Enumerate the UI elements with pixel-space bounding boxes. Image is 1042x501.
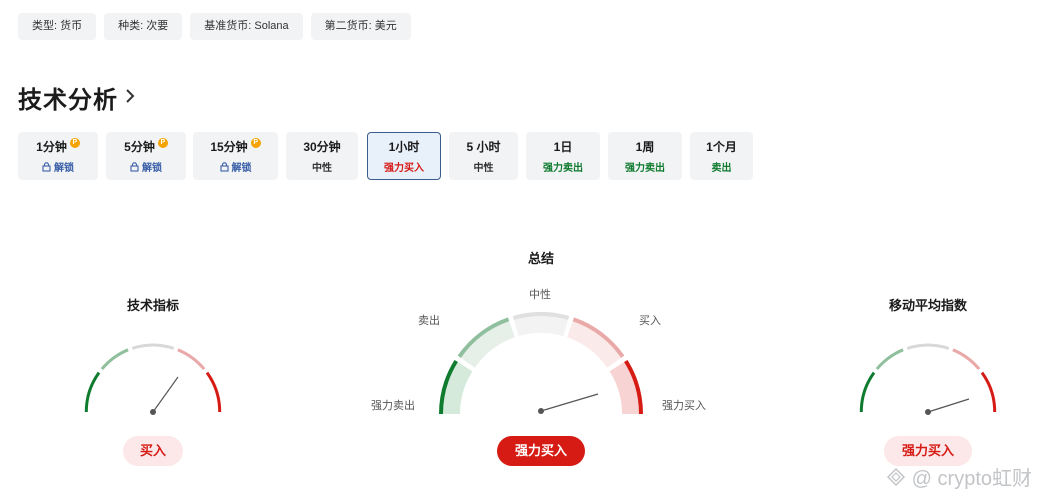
technical-analysis-link[interactable]: 技术分析 (18, 80, 136, 115)
unlock-link[interactable]: 解锁 (219, 159, 252, 174)
label-strong-buy: 强力买入 (662, 400, 706, 412)
lock-icon (42, 161, 51, 172)
tab-status: 解锁 (142, 163, 162, 174)
label-strong-sell: 强力卖出 (371, 400, 415, 412)
tab-status: 中性 (473, 163, 494, 174)
tab-status: 强力卖出 (625, 163, 665, 174)
tag-type: 类型: 货币 (18, 13, 97, 40)
tab-label: 15分钟 (210, 140, 248, 154)
diamond-logo-icon (886, 467, 905, 486)
tab-5min[interactable]: 5分钟 P 解锁 (106, 132, 186, 180)
pro-badge-icon: P (69, 137, 80, 148)
tab-label: 1个月 (706, 140, 737, 154)
moving-averages-title: 移动平均指数 (888, 298, 968, 313)
tag-base-currency: 基准货币: Solana (190, 13, 303, 40)
tab-status: 强力买入 (384, 163, 424, 174)
summary-result: 强力买入 (497, 436, 585, 466)
tab-label: 30分钟 (303, 140, 341, 154)
moving-averages-gauge (859, 343, 997, 415)
tab-1day[interactable]: 1日 强力卖出 (526, 132, 600, 180)
tab-status: 解锁 (54, 163, 74, 174)
watermark-text: @ crypto虹财 (911, 468, 1032, 490)
tag-category: 种类: 次要 (104, 13, 183, 40)
tab-1min[interactable]: 1分钟 P 解锁 (18, 132, 98, 180)
pro-badge-icon: P (250, 137, 261, 148)
unlock-link[interactable]: 解锁 (42, 159, 74, 174)
watermark: @ crypto虹财 (886, 462, 1032, 491)
unlock-link[interactable]: 解锁 (130, 159, 162, 174)
tab-status: 强力卖出 (543, 163, 583, 174)
label-neutral: 中性 (529, 289, 551, 301)
tab-label: 1周 (635, 140, 655, 154)
instrument-tags: 类型: 货币 种类: 次要 基准货币: Solana 第二货币: 美元 (18, 13, 411, 40)
tab-label: 1小时 (388, 140, 420, 154)
chevron-right-icon (124, 86, 136, 108)
tab-5hour[interactable]: 5 小时 中性 (449, 132, 518, 180)
lock-icon (219, 161, 229, 172)
tab-status: 卖出 (711, 163, 732, 174)
technical-indicators-result: 买入 (123, 436, 183, 466)
tab-1week[interactable]: 1周 强力卖出 (608, 132, 682, 180)
tab-30min[interactable]: 30分钟 中性 (286, 132, 358, 180)
tab-label: 1日 (553, 140, 573, 154)
technical-indicators-gauge (84, 343, 222, 415)
tab-15min[interactable]: 15分钟 P 解锁 (193, 132, 278, 180)
lock-icon (130, 161, 139, 172)
technical-indicators-title: 技术指标 (126, 298, 180, 313)
tab-1hour[interactable]: 1小时 强力买入 (367, 132, 441, 180)
tab-label: 5 小时 (466, 140, 501, 154)
page-title: 技术分析 (18, 87, 118, 114)
tag-quote-currency: 第二货币: 美元 (310, 13, 411, 40)
tab-status: 中性 (312, 163, 332, 174)
summary-title: 总结 (527, 251, 555, 266)
pro-badge-icon: P (157, 137, 168, 148)
tab-label: 1分钟 (36, 140, 67, 154)
tab-1month[interactable]: 1个月 卖出 (690, 132, 753, 180)
tab-label: 5分钟 (124, 140, 155, 154)
tab-status: 解锁 (231, 163, 252, 174)
summary-gauge (439, 312, 643, 415)
